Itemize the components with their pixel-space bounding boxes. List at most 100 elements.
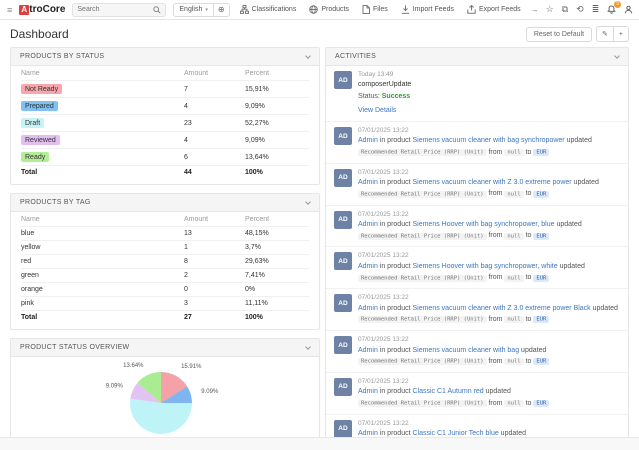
plus-icon: + bbox=[619, 31, 623, 38]
actor-link[interactable]: Admin bbox=[358, 347, 378, 354]
navbar-right-icons: ☆ ⧉ ⟲ ≣ 5 bbox=[546, 5, 634, 14]
pie-slice-label: 9.09% bbox=[106, 384, 124, 390]
chevron-down-icon[interactable] bbox=[305, 344, 311, 350]
table-row: Ready613,64% bbox=[21, 149, 309, 166]
activity-item: AD07/01/2025 13:22Admin in product Class… bbox=[326, 372, 628, 414]
activity-message: Admin in product Siemens vacuum cleaner … bbox=[358, 135, 620, 157]
activity-time: 07/01/2025 13:22 bbox=[358, 378, 620, 386]
actor-link[interactable]: Admin bbox=[358, 137, 378, 144]
actor-link[interactable]: Admin bbox=[358, 305, 378, 312]
activity-item: AD07/01/2025 13:22Admin in product Sieme… bbox=[326, 288, 628, 330]
activity-time: 07/01/2025 13:22 bbox=[358, 252, 620, 260]
product-status-overview-panel: PRODUCT STATUS OVERVIEW 15.91%9.09%52.27… bbox=[10, 338, 320, 450]
to-value-chip: EUR bbox=[533, 191, 549, 198]
nav-item-classifications[interactable]: Classifications bbox=[237, 5, 300, 14]
status-badge: Reviewed bbox=[21, 135, 60, 145]
activity-time: 07/01/2025 13:22 bbox=[358, 420, 620, 428]
status-badge: Prepared bbox=[21, 101, 58, 111]
products-by-status-panel: PRODUCTS BY STATUS Name Amount Percent N… bbox=[10, 47, 320, 185]
activities-panel: ACTIVITIES AD Today 13:49 composerUpdate… bbox=[325, 47, 629, 450]
nav-item-files[interactable]: Files bbox=[359, 5, 391, 14]
caret-down-icon: ▾ bbox=[205, 7, 208, 13]
favorites-star-icon[interactable]: ☆ bbox=[546, 5, 554, 14]
product-link[interactable]: Siemens vacuum cleaner with Z 3.0 extrem… bbox=[412, 179, 571, 186]
activity-time: 07/01/2025 13:22 bbox=[358, 294, 620, 302]
job-name: composerUpdate bbox=[358, 79, 411, 90]
products-by-tag-header[interactable]: PRODUCTS BY TAG bbox=[11, 194, 319, 212]
chevron-down-icon[interactable] bbox=[305, 53, 311, 59]
footer bbox=[0, 437, 639, 450]
queue-list-icon[interactable]: ≣ bbox=[592, 5, 600, 14]
nav-item-import-feeds[interactable]: Import Feeds bbox=[398, 5, 457, 14]
pie-slice-label: 9.09% bbox=[201, 389, 219, 395]
activity-time: 07/01/2025 13:22 bbox=[358, 211, 620, 219]
actor-link[interactable]: Admin bbox=[358, 388, 378, 395]
actor-link[interactable]: Admin bbox=[358, 221, 378, 228]
pie-slice-label: 15.91% bbox=[181, 364, 202, 370]
table-row: yellow13,7% bbox=[21, 241, 309, 255]
table-row: pink311,11% bbox=[21, 297, 309, 311]
product-link[interactable]: Siemens Hoover with bag synchropower, wh… bbox=[412, 263, 557, 270]
activity-message: Admin in product Siemens Hoover with bag… bbox=[358, 261, 620, 283]
actor-link[interactable]: Admin bbox=[358, 263, 378, 270]
product-link[interactable]: Siemens Hoover with bag synchropower, bl… bbox=[412, 221, 554, 228]
view-details-link[interactable]: View Details bbox=[358, 105, 396, 116]
field-chip: Recommended Retail Price (RRP) (Unit) bbox=[358, 400, 487, 407]
history-icon[interactable]: ⟲ bbox=[576, 5, 584, 14]
add-dashlet-button[interactable]: + bbox=[613, 26, 629, 42]
app-logo[interactable]: AtroCore bbox=[19, 4, 65, 15]
table-row: Reviewed49,09% bbox=[21, 132, 309, 149]
status-pie-svg: 15.91%9.09%52.27%9.09%13.64% bbox=[11, 359, 301, 449]
field-chip: Recommended Retail Price (RRP) (Unit) bbox=[358, 358, 487, 365]
activity-item: AD07/01/2025 13:22Admin in product Sieme… bbox=[326, 246, 628, 288]
notification-count-badge: 5 bbox=[614, 1, 621, 8]
menu-icon[interactable]: ≡ bbox=[7, 5, 12, 15]
avatar: AD bbox=[334, 420, 352, 438]
panels-icon[interactable]: ⧉ bbox=[562, 5, 568, 14]
products-by-status-header[interactable]: PRODUCTS BY STATUS bbox=[11, 48, 319, 66]
to-value-chip: EUR bbox=[533, 316, 549, 323]
chevron-down-icon[interactable] bbox=[614, 53, 620, 59]
language-selector[interactable]: English▾ bbox=[174, 4, 213, 16]
nav-item-export-feeds[interactable]: Export Feeds bbox=[464, 5, 524, 14]
activity-time: 07/01/2025 13:22 bbox=[358, 169, 620, 177]
status-badge: Draft bbox=[21, 118, 44, 128]
nav-overflow-arrow-icon[interactable]: → bbox=[531, 5, 539, 14]
product-link[interactable]: Siemens vacuum cleaner with bag bbox=[412, 347, 519, 354]
user-profile-icon[interactable] bbox=[624, 5, 633, 14]
products-by-status-table: Name Amount Percent Not Ready715,91%Prep… bbox=[21, 66, 309, 179]
edit-dashboard-button[interactable]: ✎ bbox=[596, 26, 614, 42]
activity-item-job: AD Today 13:49 composerUpdate Status: Su… bbox=[326, 66, 628, 121]
column-header: Percent bbox=[245, 212, 309, 227]
search-box bbox=[72, 3, 166, 17]
activities-header[interactable]: ACTIVITIES bbox=[326, 48, 628, 66]
to-value-chip: EUR bbox=[533, 149, 549, 156]
activity-message: Admin in product Siemens vacuum cleaner … bbox=[358, 345, 620, 367]
products-by-tag-table: Name Amount Percent blue1348,15%yellow13… bbox=[21, 212, 309, 324]
product-link[interactable]: Siemens vacuum cleaner with Z 3.0 extrem… bbox=[412, 305, 590, 312]
actor-link[interactable]: Admin bbox=[358, 179, 378, 186]
field-chip: Recommended Retail Price (RRP) (Unit) bbox=[358, 191, 487, 198]
activities-list: AD Today 13:49 composerUpdate Status: Su… bbox=[326, 66, 628, 450]
table-row: orange00% bbox=[21, 283, 309, 297]
product-link[interactable]: Classic C1 Autumn red bbox=[412, 388, 483, 395]
from-value-chip: null bbox=[504, 358, 523, 365]
product-link[interactable]: Siemens vacuum cleaner with bag synchrop… bbox=[412, 137, 564, 144]
search-input[interactable] bbox=[77, 6, 151, 13]
table-row: Draft2352,27% bbox=[21, 115, 309, 132]
product-status-overview-header[interactable]: PRODUCT STATUS OVERVIEW bbox=[11, 339, 319, 357]
search-icon[interactable] bbox=[153, 6, 161, 14]
reset-to-default-button[interactable]: Reset to Default bbox=[526, 27, 592, 42]
nav-item-products[interactable]: Products bbox=[306, 5, 352, 14]
activity-time: 07/01/2025 13:22 bbox=[358, 336, 620, 344]
activity-message: Admin in product Siemens vacuum cleaner … bbox=[358, 303, 620, 325]
activity-item: AD07/01/2025 13:22Admin in product Sieme… bbox=[326, 330, 628, 372]
column-header: Percent bbox=[245, 66, 309, 81]
right-column: ACTIVITIES AD Today 13:49 composerUpdate… bbox=[325, 47, 629, 450]
to-value-chip: EUR bbox=[533, 233, 549, 240]
globe-icon[interactable]: ⊕ bbox=[214, 5, 229, 14]
notifications-bell-icon[interactable]: 5 bbox=[607, 5, 616, 14]
chevron-down-icon[interactable] bbox=[305, 199, 311, 205]
activity-message: Admin in product Siemens vacuum cleaner … bbox=[358, 177, 620, 199]
pencil-icon: ✎ bbox=[602, 31, 608, 38]
